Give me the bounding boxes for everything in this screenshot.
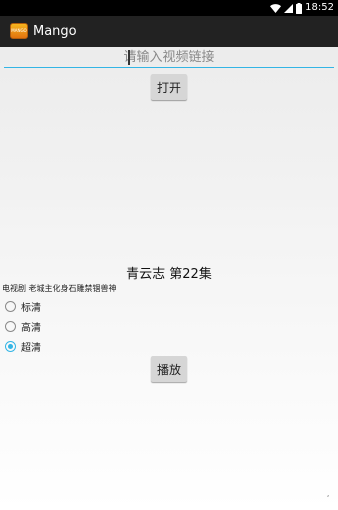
quality-label: 超清 <box>21 342 41 354</box>
status-icons: 18:52 <box>270 0 334 16</box>
corner-mark: , <box>327 490 330 498</box>
play-button[interactable]: 播放 <box>151 356 187 382</box>
quality-radio-group: 标清 高清 超清 <box>5 296 41 356</box>
quality-option-hd[interactable]: 高清 <box>5 316 41 336</box>
input-cursor <box>128 50 130 65</box>
radio-button[interactable] <box>5 300 16 312</box>
app-logo: MANGO <box>10 23 28 39</box>
video-title: 青云志 第22集 <box>126 267 212 282</box>
quality-label: 高清 <box>21 322 41 334</box>
battery-icon <box>296 2 303 14</box>
open-button[interactable]: 打开 <box>151 74 187 100</box>
app-title: Mango <box>33 24 77 39</box>
video-url-input[interactable] <box>4 47 334 68</box>
quality-option-uhd[interactable]: 超清 <box>5 336 41 356</box>
signal-icon <box>284 3 294 13</box>
status-time: 18:52 <box>305 2 334 13</box>
radio-button[interactable] <box>5 320 16 332</box>
app-logo-text: MANGO <box>11 28 27 33</box>
status-bar: 18:52 <box>0 0 338 16</box>
quality-option-sd[interactable]: 标清 <box>5 296 41 316</box>
radio-button-checked[interactable] <box>5 340 16 352</box>
main-content: 打开 青云志 第22集 电视剧 老城主化身石雕禁锢兽神 标清 高清 超清 播放 … <box>0 47 338 510</box>
wifi-icon <box>270 3 282 13</box>
quality-label: 标清 <box>21 302 41 314</box>
video-description: 电视剧 老城主化身石雕禁锢兽神 <box>2 284 117 293</box>
action-bar: MANGO Mango <box>0 16 338 47</box>
